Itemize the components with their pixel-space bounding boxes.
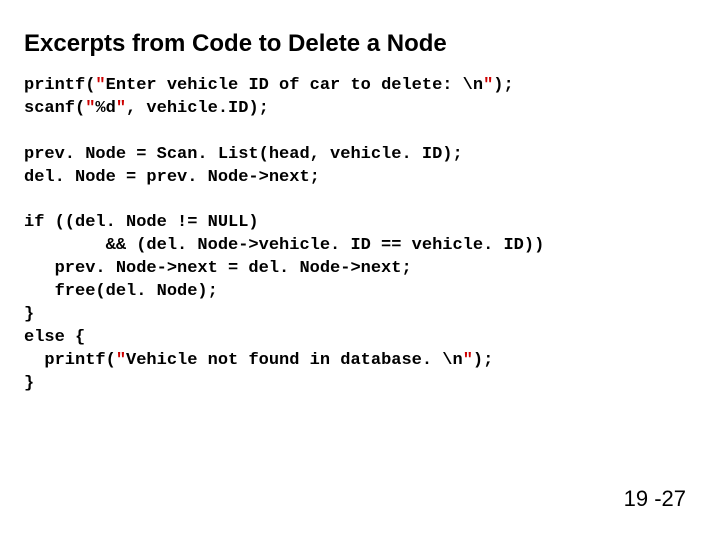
code-line-12: } <box>24 374 34 393</box>
code-text: Vehicle not found in database. \n <box>126 351 463 370</box>
code-text: scanf( <box>24 99 85 118</box>
code-line-3: prev. Node = Scan. List(head, vehicle. I… <box>24 145 463 164</box>
code-text: printf( <box>24 76 95 95</box>
code-quote: " <box>116 99 126 118</box>
page-number: 19 -27 <box>624 486 686 512</box>
code-line-10: else { <box>24 328 85 347</box>
slide-title: Excerpts from Code to Delete a Node <box>24 30 696 59</box>
code-line-2: scanf("%d", vehicle.ID); <box>24 99 269 118</box>
code-quote: " <box>95 76 105 95</box>
code-block: printf("Enter vehicle ID of car to delet… <box>24 75 696 396</box>
code-line-4: del. Node = prev. Node->next; <box>24 168 320 187</box>
code-quote: " <box>463 351 473 370</box>
code-line-5: if ((del. Node != NULL) <box>24 213 259 232</box>
code-text: %d <box>95 99 115 118</box>
code-text: printf( <box>24 351 116 370</box>
slide: Excerpts from Code to Delete a Node prin… <box>0 0 720 540</box>
code-line-9: } <box>24 305 34 324</box>
code-text: Enter vehicle ID of car to delete: \n <box>106 76 483 95</box>
code-quote: " <box>116 351 126 370</box>
code-line-7: prev. Node->next = del. Node->next; <box>24 259 412 278</box>
code-quote: " <box>483 76 493 95</box>
code-line-6: && (del. Node->vehicle. ID == vehicle. I… <box>24 236 544 255</box>
code-quote: " <box>85 99 95 118</box>
code-text: ); <box>493 76 513 95</box>
code-line-8: free(del. Node); <box>24 282 218 301</box>
code-line-11: printf("Vehicle not found in database. \… <box>24 351 493 370</box>
code-line-1: printf("Enter vehicle ID of car to delet… <box>24 76 514 95</box>
code-text: ); <box>473 351 493 370</box>
code-text: , vehicle.ID); <box>126 99 269 118</box>
